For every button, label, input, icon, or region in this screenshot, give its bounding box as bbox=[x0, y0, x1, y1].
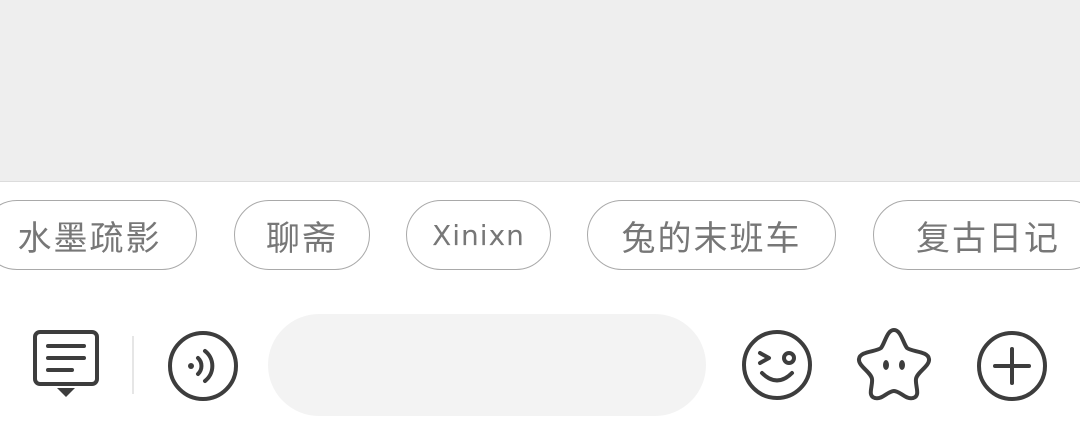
emoji-icon[interactable] bbox=[740, 328, 814, 402]
message-menu-icon[interactable] bbox=[30, 328, 102, 400]
plus-icon[interactable] bbox=[975, 329, 1049, 403]
chip-shuimo-shuying[interactable]: 水墨疏影 bbox=[0, 200, 197, 270]
star-face-icon[interactable] bbox=[855, 325, 933, 401]
voice-icon[interactable] bbox=[166, 329, 240, 403]
chip-xinixn[interactable]: Xinixn bbox=[406, 200, 551, 270]
chip-tu-de-mobanche[interactable]: 兔的末班车 bbox=[587, 200, 836, 270]
message-input[interactable] bbox=[268, 314, 706, 416]
chat-area bbox=[0, 0, 1080, 182]
toolbar-divider bbox=[132, 336, 134, 394]
quick-chip-row: 水墨疏影 聊斋 Xinixn 兔的末班车 复古日记 bbox=[0, 182, 1080, 292]
chip-fugu-riji[interactable]: 复古日记 bbox=[873, 200, 1080, 270]
chip-liaozhai[interactable]: 聊斋 bbox=[234, 200, 370, 270]
input-toolbar bbox=[0, 296, 1080, 439]
